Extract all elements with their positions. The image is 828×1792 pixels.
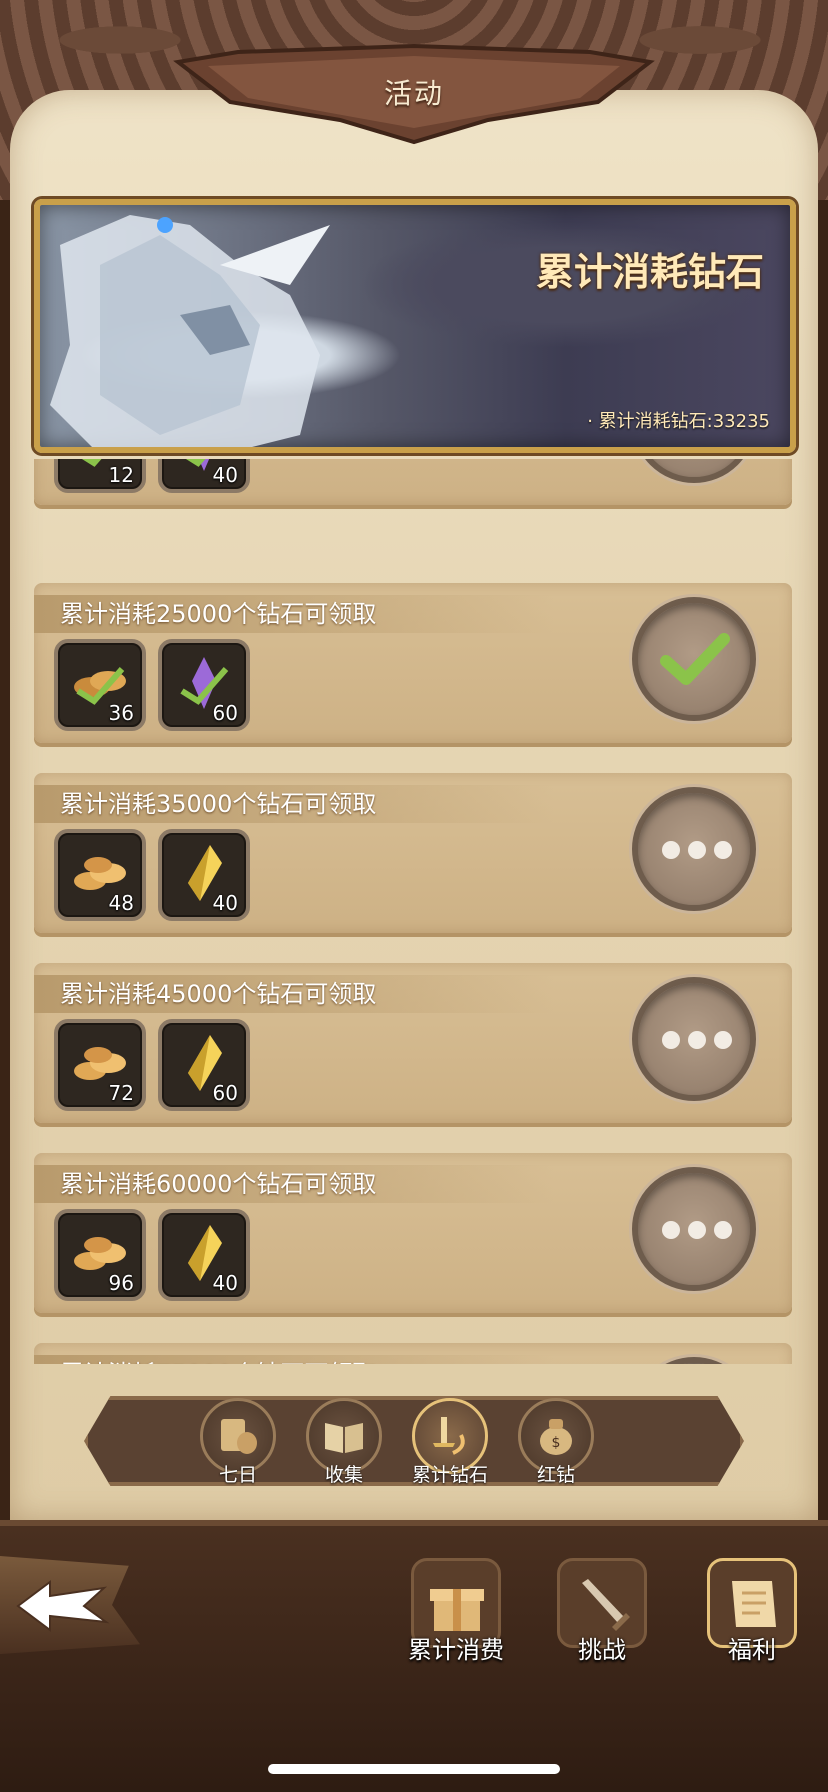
checkmark-icon — [660, 633, 730, 685]
svg-text:$: $ — [552, 1435, 561, 1451]
home-indicator[interactable] — [268, 1764, 560, 1774]
page-title: 活动 — [383, 77, 444, 110]
item-quantity: 12 — [108, 463, 134, 487]
nav-label: 挑战 — [578, 1636, 626, 1664]
tier-requirement-label: 累计消耗25000个钻石可领取 — [34, 595, 554, 633]
reward-item[interactable]: 96 — [54, 1209, 146, 1301]
reward-tier-card: 累计消耗25000个钻石可领取 36 60 — [34, 583, 792, 743]
tab-red-diamond[interactable]: $ 红钻 — [514, 1398, 598, 1488]
more-dots-icon — [662, 841, 740, 863]
item-quantity: 36 — [108, 701, 134, 725]
more-dots-icon — [662, 1221, 740, 1243]
reward-tier-card: 累计消耗35000个钻石可领取 48 40 — [34, 773, 792, 933]
checkmark-icon — [638, 459, 750, 477]
item-quantity: 60 — [212, 1081, 238, 1105]
tier-requirement-label: 累计消耗35000个钻石可领取 — [34, 785, 554, 823]
reward-item[interactable]: 36 — [54, 639, 146, 731]
tab-label: 累计钻石 — [411, 1464, 488, 1486]
event-banner: 累计消耗钻石 · 累计消耗钻石:33235 — [34, 199, 796, 453]
item-quantity: 40 — [212, 1271, 238, 1295]
tier-requirement-label: 累计消耗60000个钻石可领取 — [34, 1165, 554, 1203]
reward-item[interactable]: 72 — [54, 1019, 146, 1111]
locked-status-button[interactable] — [632, 1357, 756, 1364]
tab-label: 收集 — [324, 1464, 363, 1486]
item-quantity: 60 — [212, 701, 238, 725]
item-quantity: 40 — [212, 891, 238, 915]
reward-list[interactable]: 12 40 累计消耗25000个钻石可领取 36 60 累计消耗35000个钻石… — [30, 459, 798, 1364]
reward-item[interactable]: 12 — [54, 459, 146, 493]
reward-item[interactable]: 60 — [158, 1019, 250, 1111]
locked-status-button[interactable] — [632, 1167, 756, 1291]
tab-seven-day[interactable]: 七日 — [196, 1398, 280, 1488]
cumulative-spend-button[interactable]: 累计消费 — [396, 1558, 516, 1665]
dragon-art-icon — [50, 215, 330, 447]
diamond-spent-counter: · 累计消耗钻石:33235 — [587, 411, 770, 432]
reward-tier-card: 累计消耗60000个钻石可领取 96 40 — [34, 1153, 792, 1313]
reward-item[interactable]: 40 — [158, 459, 250, 493]
item-quantity: 40 — [212, 463, 238, 487]
tier-requirement-label: 累计消耗75000个钻石可领取 — [34, 1355, 554, 1364]
reward-tier-card: 累计消耗45000个钻石可领取 72 60 — [34, 963, 792, 1123]
more-dots-icon — [662, 1031, 740, 1053]
challenge-button[interactable]: 挑战 — [542, 1558, 662, 1665]
reward-tier-card: 12 40 — [34, 459, 792, 505]
reward-item[interactable]: 60 — [158, 639, 250, 731]
reward-item[interactable]: 40 — [158, 1209, 250, 1301]
item-quantity: 48 — [108, 891, 134, 915]
welfare-button[interactable]: 福利 — [692, 1558, 812, 1665]
reward-item[interactable]: 48 — [54, 829, 146, 921]
claimed-status-button[interactable] — [632, 459, 756, 483]
tier-requirement-label: 累计消耗45000个钻石可领取 — [34, 975, 554, 1013]
nav-label: 累计消费 — [408, 1636, 504, 1664]
claimed-status-button[interactable] — [632, 597, 756, 721]
locked-status-button[interactable] — [632, 977, 756, 1101]
back-arrow-icon — [16, 1580, 110, 1632]
tab-collect[interactable]: 收集 — [302, 1398, 386, 1488]
reward-item[interactable]: 40 — [158, 829, 250, 921]
tab-cumulative-diamond[interactable]: 累计钻石 — [408, 1398, 492, 1488]
title-plate: 活动 — [168, 42, 660, 152]
locked-status-button[interactable] — [632, 787, 756, 911]
banner-title: 累计消耗钻石 — [535, 250, 764, 294]
tab-label: 红钻 — [536, 1464, 575, 1486]
tab-label: 七日 — [218, 1464, 257, 1486]
item-quantity: 72 — [108, 1081, 134, 1105]
item-quantity: 96 — [108, 1271, 134, 1295]
reward-tier-card: 累计消耗75000个钻石可领取 — [34, 1343, 792, 1364]
nav-label: 福利 — [728, 1636, 776, 1664]
